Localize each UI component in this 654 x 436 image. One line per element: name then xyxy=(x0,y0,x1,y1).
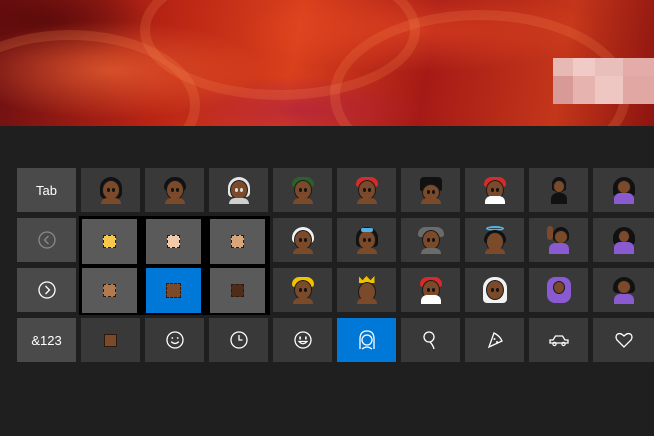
person-with-cap-emoji-icon xyxy=(289,176,317,204)
rescue-worker-emoji-icon xyxy=(353,176,381,204)
guard-emoji-icon xyxy=(417,176,445,204)
category-faces-button[interactable] xyxy=(273,318,332,362)
angel-emoji-icon xyxy=(481,226,509,254)
skin-tone-option-medium[interactable] xyxy=(82,268,137,313)
emoji-key-angel[interactable] xyxy=(465,218,524,262)
bride-with-veil-emoji-icon xyxy=(481,276,509,304)
woman-emoji-icon xyxy=(97,176,125,204)
santa-emoji-icon xyxy=(481,176,509,204)
emoji-key-person-with-cap[interactable] xyxy=(273,168,332,212)
emoji-key-man[interactable] xyxy=(145,168,204,212)
emoji-key-person-gesturing-ok-purple[interactable] xyxy=(529,268,588,312)
emoji-key-man-in-tuxedo[interactable] xyxy=(529,168,588,212)
person-with-tiara-emoji-icon xyxy=(353,226,381,254)
skin-tone-swatch-icon xyxy=(231,235,244,248)
skin-tone-swatch-icon xyxy=(166,283,181,298)
skin-tone-swatch-icon xyxy=(167,235,180,248)
tab-key[interactable]: Tab xyxy=(17,168,76,212)
pizza-icon xyxy=(487,332,503,349)
category-smiley-button[interactable] xyxy=(145,318,204,362)
category-celebration-button[interactable] xyxy=(401,318,460,362)
numbers-symbols-label: &123 xyxy=(31,332,62,348)
emoji-face-icon xyxy=(293,331,312,349)
old-woman-emoji-icon xyxy=(225,176,253,204)
man-in-tuxedo-emoji-icon xyxy=(545,176,573,204)
old-man-emoji-icon xyxy=(289,226,317,254)
smiley-icon xyxy=(165,331,184,349)
skin-tone-swatch-icon xyxy=(103,284,116,297)
next-page-button[interactable] xyxy=(17,268,76,312)
emoji-key-person-getting-haircut[interactable] xyxy=(593,268,654,312)
chevron-left-circle-icon xyxy=(37,231,56,249)
emoji-key-santa[interactable] xyxy=(465,168,524,212)
emoji-key-old-woman[interactable] xyxy=(209,168,268,212)
skin-tone-option-light[interactable] xyxy=(146,219,201,264)
category-recent-button[interactable] xyxy=(209,318,268,362)
prince-emoji-icon xyxy=(353,276,381,304)
man-emoji-icon xyxy=(161,176,189,204)
construction-worker-emoji-icon xyxy=(289,276,317,304)
emoji-key-detective[interactable] xyxy=(401,218,460,262)
emoji-key-santa-claus[interactable] xyxy=(401,268,460,312)
skin-tone-swatch-icon xyxy=(103,235,116,248)
emoji-key-old-man[interactable] xyxy=(273,218,332,262)
person-getting-haircut-emoji-icon xyxy=(610,276,638,304)
emoji-key-person-raising-hand[interactable] xyxy=(529,218,588,262)
emoji-key-woman[interactable] xyxy=(81,168,140,212)
skin-tone-button[interactable] xyxy=(81,318,140,362)
emoji-key-guard[interactable] xyxy=(401,168,460,212)
previous-page-button[interactable] xyxy=(17,218,76,262)
people-icon xyxy=(358,330,375,350)
category-symbols-button[interactable] xyxy=(593,318,654,362)
chevron-right-circle-icon xyxy=(37,281,56,299)
skin-tone-icon xyxy=(104,333,117,347)
car-icon xyxy=(548,335,569,347)
clock-icon xyxy=(229,331,248,349)
emoji-key-person-with-tiara[interactable] xyxy=(337,218,396,262)
skin-tone-picker xyxy=(79,216,270,315)
person-raising-hand-emoji-icon xyxy=(545,226,573,254)
skin-tone-option-medium-dark[interactable] xyxy=(146,268,201,313)
emoji-key-prince[interactable] xyxy=(337,268,396,312)
desktop-wallpaper xyxy=(0,0,654,126)
balloon-icon xyxy=(422,331,435,350)
emoji-key-construction-worker[interactable] xyxy=(273,268,332,312)
skin-tone-swatch-icon xyxy=(231,284,244,297)
category-people-button[interactable] xyxy=(337,318,396,362)
skin-tone-option-medium-light[interactable] xyxy=(210,219,265,264)
person-gesturing-ok-emoji-icon xyxy=(610,226,638,254)
person-tipping-hand-emoji-icon xyxy=(610,176,638,204)
skin-tone-option-yellow[interactable] xyxy=(82,219,137,264)
emoji-key-person-gesturing-ok[interactable] xyxy=(593,218,654,262)
heart-icon xyxy=(614,332,633,348)
emoji-key-person-tipping-hand[interactable] xyxy=(593,168,654,212)
santa-claus-emoji-icon xyxy=(417,276,445,304)
person-gesturing-ok-purple-emoji-icon xyxy=(545,276,573,304)
category-food-button[interactable] xyxy=(465,318,524,362)
skin-tone-option-dark[interactable] xyxy=(210,268,265,313)
emoji-key-rescue-worker[interactable] xyxy=(337,168,396,212)
category-travel-button[interactable] xyxy=(529,318,588,362)
detective-emoji-icon xyxy=(417,226,445,254)
emoji-key-bride-with-veil[interactable] xyxy=(465,268,524,312)
numbers-symbols-key[interactable]: &123 xyxy=(17,318,76,362)
tab-key-label: Tab xyxy=(36,182,57,198)
